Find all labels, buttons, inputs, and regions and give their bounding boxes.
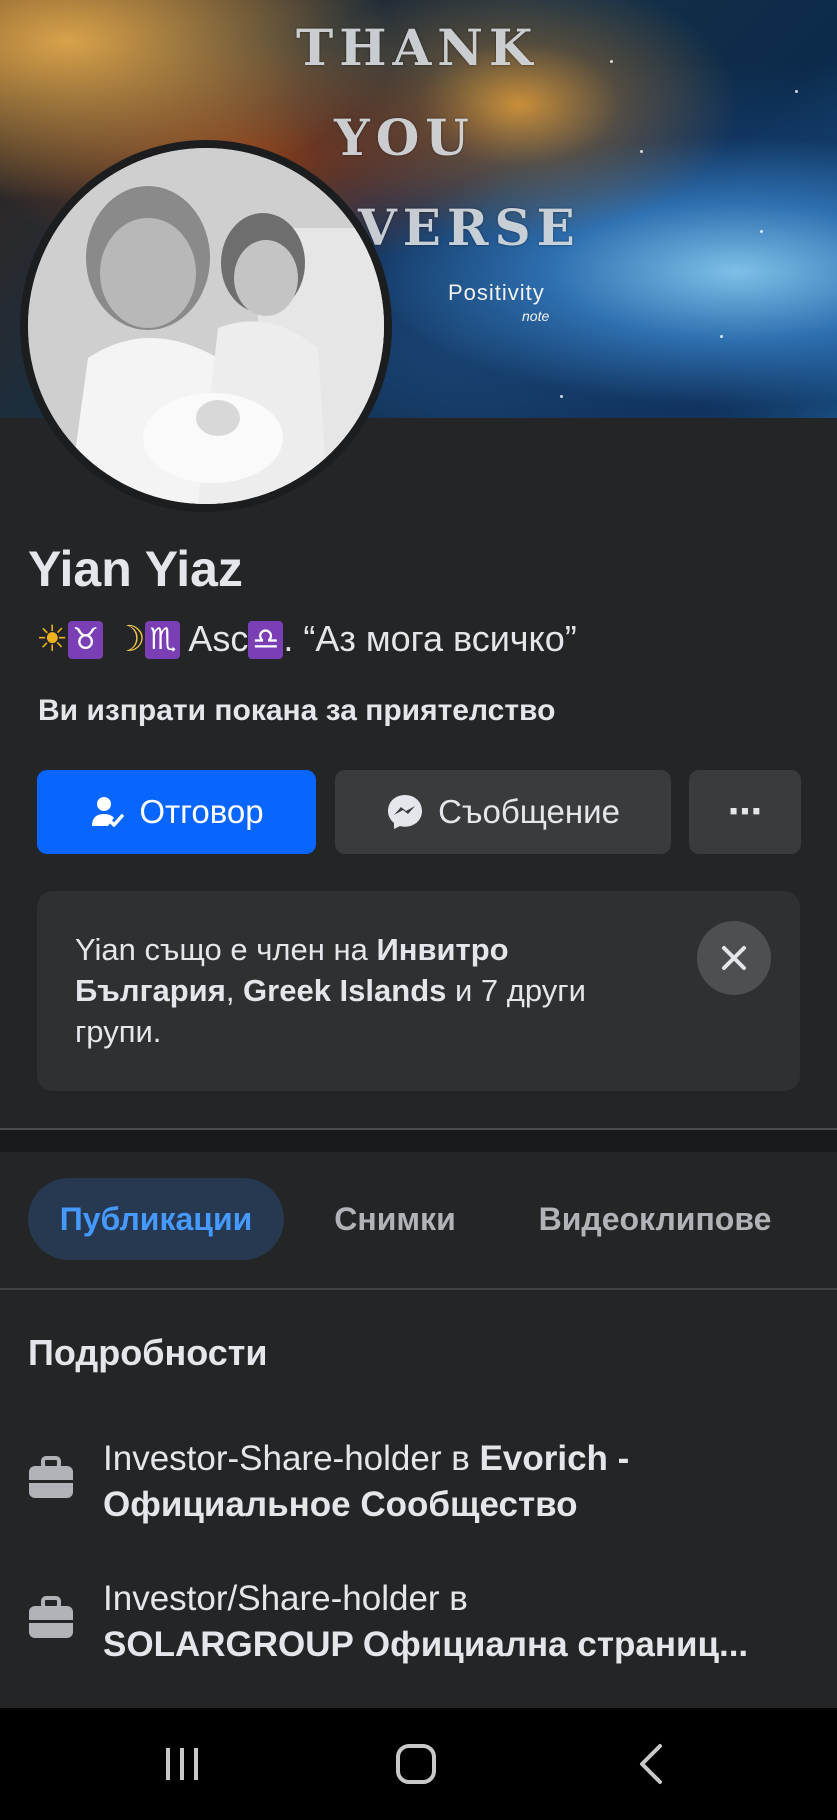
taurus-icon: ♉ xyxy=(68,621,104,659)
tab-photos[interactable]: Снимки xyxy=(310,1178,480,1260)
cover-brand: Positivity xyxy=(448,280,545,305)
avatar-photo xyxy=(28,148,384,504)
work-item-2-org: SOLARGROUP Официална страниц... xyxy=(103,1625,749,1664)
cover-brand-sub: note xyxy=(522,308,550,324)
group-link-2[interactable]: Greek Islands xyxy=(243,973,446,1008)
work-item-1-line2: Официальное Сообщество xyxy=(103,1482,803,1528)
scorpio-icon: ♏ xyxy=(145,621,181,659)
mutual-groups-card: Yian също е член на Инвитро България, Gr… xyxy=(37,891,800,1091)
groups-sep: , xyxy=(225,973,244,1008)
tab-posts[interactable]: Публикации xyxy=(28,1178,284,1260)
work-item-1-role: Investor-Share-holder в xyxy=(103,1439,480,1478)
bio-quote: . “Аз мога всичко” xyxy=(283,618,577,659)
message-button[interactable]: Съобщение xyxy=(335,770,671,854)
close-card-button[interactable] xyxy=(697,921,771,995)
section-divider xyxy=(0,1128,837,1152)
nav-recents-button[interactable] xyxy=(147,1736,217,1792)
sun-icon: ☀ xyxy=(36,618,69,659)
cover-line-2: YOU xyxy=(334,108,475,167)
details-title: Подробности xyxy=(28,1332,268,1373)
groups-text: Yian също е член на Инвитро България, Gr… xyxy=(75,929,635,1052)
system-nav-bar xyxy=(0,1708,837,1820)
tabs-divider xyxy=(0,1288,837,1290)
work-item-1-org: Evorich - xyxy=(479,1439,630,1478)
cover-line-1: THANK xyxy=(296,18,539,77)
profile-avatar[interactable] xyxy=(28,148,384,504)
person-check-icon xyxy=(89,794,125,830)
back-icon xyxy=(640,1744,662,1784)
more-icon: ⋯ xyxy=(728,793,762,831)
work-item-1[interactable]: Investor-Share-holder в Evorich - Официа… xyxy=(28,1436,808,1532)
respond-button[interactable]: Отговор xyxy=(37,770,316,854)
groups-prefix: Yian също е член на xyxy=(75,932,377,967)
work-item-2[interactable]: Investor/Share-holder в SOLARGROUP Офици… xyxy=(28,1576,808,1672)
cover-line-3: VERSE xyxy=(358,198,581,257)
messenger-icon xyxy=(386,793,424,831)
briefcase-icon xyxy=(28,1456,74,1505)
briefcase-icon xyxy=(28,1596,74,1645)
nav-home-button[interactable] xyxy=(381,1736,451,1792)
recents-icon xyxy=(166,1748,198,1780)
home-icon xyxy=(396,1744,436,1784)
work-item-1-line1: Investor-Share-holder в Evorich - xyxy=(103,1436,803,1482)
work-item-1-org-cont: Официальное Сообщество xyxy=(103,1485,578,1524)
more-options-button[interactable]: ⋯ xyxy=(689,770,801,854)
moon-icon: ☽ xyxy=(113,618,146,659)
friend-request-note: Ви изпрати покана за приятелство xyxy=(38,694,556,727)
work-item-2-role: Investor/Share-holder в xyxy=(103,1579,468,1618)
message-button-label: Съобщение xyxy=(438,793,620,830)
close-icon xyxy=(722,946,746,970)
profile-name: Yian Yiaz xyxy=(28,541,243,597)
nav-back-button[interactable] xyxy=(616,1736,686,1792)
libra-icon: ♎ xyxy=(248,621,284,659)
tab-videos[interactable]: Видеоклипове xyxy=(520,1178,790,1260)
respond-button-label: Отговор xyxy=(139,793,264,830)
profile-page: THANK YOU VERSE Positivity note Yian Yia… xyxy=(0,0,837,1820)
profile-bio: ☀ ♉ ☽ ♏ Asc ♎. “Аз мога всичко” xyxy=(36,618,577,660)
bio-asc: Asc xyxy=(188,618,249,659)
work-item-2-line2: SOLARGROUP Официална страниц... xyxy=(103,1622,803,1668)
